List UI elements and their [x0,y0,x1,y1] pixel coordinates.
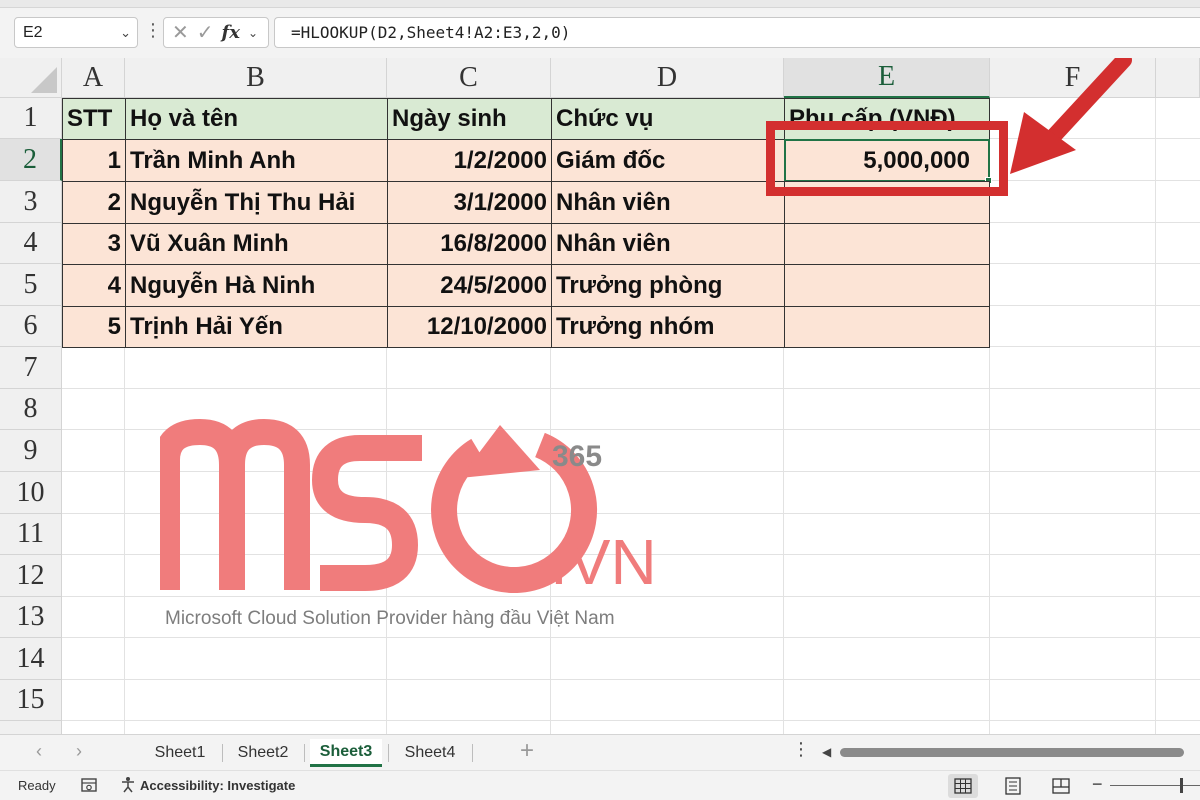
cell-c1[interactable]: Ngày sinh [387,98,552,140]
cell-d5[interactable]: Trưởng phòng [551,264,785,307]
cell-c6[interactable]: 12/10/2000 [387,306,552,348]
watermark-suffix: .VN [550,526,657,598]
accessibility-icon[interactable] [119,776,137,794]
name-box-value: E2 [23,23,43,41]
cell-c4[interactable]: 16/8/2000 [387,223,552,265]
formula-bar: E2 ⌄ ⋮ ✕ ✓ fx ⌄ =HLOOKUP(D2,Sheet4!A2:E3… [0,0,1200,58]
cell-b4[interactable]: Vũ Xuân Minh [125,223,388,265]
row-header-9[interactable]: 9 [0,430,62,472]
cell-d3[interactable]: Nhân viên [551,181,785,224]
cell-d2[interactable]: Giám đốc [551,139,785,182]
previous-sheet-icon[interactable]: ‹ [36,741,42,762]
column-header-g[interactable] [1156,58,1200,98]
row-header-14[interactable]: 14 [0,638,62,680]
scroll-left-icon[interactable]: ◀ [822,745,831,759]
row-header-2[interactable]: 2 [0,139,62,181]
cell-d6[interactable]: Trưởng nhóm [551,306,785,348]
row-header-4[interactable]: 4 [0,223,62,264]
cell-b6[interactable]: Trịnh Hải Yến [125,306,388,348]
horizontal-scrollbar[interactable]: ◀ [822,745,1192,759]
cell-b1[interactable]: Họ và tên [125,98,388,140]
mso-logo-watermark: 365 .VN [160,419,657,598]
cell-a5[interactable]: 4 [62,264,126,307]
row-header-12[interactable]: 12 [0,555,62,597]
row-header-10[interactable]: 10 [0,472,62,514]
cell-b5[interactable]: Nguyễn Hà Ninh [125,264,388,307]
watermark-superscript: 365 [552,440,602,473]
macro-recording-icon[interactable] [80,776,98,794]
row-header-1[interactable]: 1 [0,98,62,139]
sheet-tab-sheet2[interactable]: Sheet2 [228,739,298,767]
accessibility-status[interactable]: Accessibility: Investigate [140,778,295,793]
cell-b3[interactable]: Nguyễn Thị Thu Hải [125,181,388,224]
cell-d1[interactable]: Chức vụ [551,98,785,140]
page-break-view-button[interactable] [1046,774,1076,798]
row-header-16[interactable] [0,721,62,734]
row-header-7[interactable]: 7 [0,347,62,389]
chevron-down-icon[interactable]: ⌄ [120,25,131,41]
insert-function-icon[interactable]: fx [222,22,240,43]
cell-a3[interactable]: 2 [62,181,126,224]
cell-d4[interactable]: Nhân viên [551,223,785,265]
add-sheet-icon[interactable]: + [520,737,534,765]
cell-a6[interactable]: 5 [62,306,126,348]
formula-actions: ✕ ✓ fx ⌄ [163,17,269,48]
cell-a2[interactable]: 1 [62,139,126,182]
zoom-out-button[interactable]: − [1092,774,1103,795]
name-box[interactable]: E2 ⌄ [14,17,138,48]
page-layout-icon [1005,777,1021,795]
cell-b2[interactable]: Trần Minh Anh [125,139,388,182]
status-bar: Ready Accessibility: Investigate − [0,770,1200,800]
formula-text: =HLOOKUP(D2,Sheet4!A2:E3,2,0) [291,23,571,42]
enter-icon[interactable]: ✓ [197,20,214,45]
highlight-box [766,121,1008,196]
select-all-button[interactable] [0,58,62,98]
cell-a1[interactable]: STT [62,98,126,140]
cell-c5[interactable]: 24/5/2000 [387,264,552,307]
sheet-tab-sheet3[interactable]: Sheet3 [310,739,382,767]
cell-e6[interactable] [784,306,990,348]
chevron-down-icon[interactable]: ⌄ [248,26,258,40]
row-header-15[interactable]: 15 [0,680,62,721]
column-header-d[interactable]: D [551,58,784,98]
column-header-b[interactable]: B [125,58,387,98]
column-header-a[interactable]: A [62,58,125,98]
grid-view-icon [954,778,972,794]
ribbon-edge [0,0,1200,8]
more-options-icon[interactable]: ⋮ [144,20,162,41]
row-header-6[interactable]: 6 [0,306,62,347]
watermark-tagline: Microsoft Cloud Solution Provider hàng đ… [165,608,615,629]
annotation-arrow-icon [1010,58,1132,174]
zoom-slider[interactable] [1110,785,1200,786]
zoom-slider-thumb[interactable] [1180,778,1183,793]
row-header-13[interactable]: 13 [0,597,62,638]
cell-c3[interactable]: 3/1/2000 [387,181,552,224]
row-header-3[interactable]: 3 [0,181,62,223]
sheet-tabs-bar: ‹ › Sheet1 Sheet2 Sheet3 Sheet4 + ⋮ ◀ [0,734,1200,770]
more-options-icon[interactable]: ⋮ [792,739,810,760]
cell-e5[interactable] [784,264,990,307]
cancel-icon[interactable]: ✕ [172,20,189,45]
formula-input[interactable]: =HLOOKUP(D2,Sheet4!A2:E3,2,0) [274,17,1200,48]
page-layout-view-button[interactable] [998,774,1028,798]
normal-view-button[interactable] [948,774,978,798]
sheet-tab-sheet1[interactable]: Sheet1 [144,739,216,767]
sheet-tab-sheet4[interactable]: Sheet4 [394,739,466,767]
row-header-8[interactable]: 8 [0,389,62,430]
cell-e4[interactable] [784,223,990,265]
scrollbar-thumb[interactable] [840,748,1184,757]
cell-a4[interactable]: 3 [62,223,126,265]
next-sheet-icon[interactable]: › [76,741,82,762]
cell-c2[interactable]: 1/2/2000 [387,139,552,182]
page-break-icon [1052,778,1070,794]
row-header-5[interactable]: 5 [0,264,62,306]
column-header-c[interactable]: C [387,58,551,98]
status-ready: Ready [18,778,56,793]
column-header-e[interactable]: E [784,58,990,98]
row-header-11[interactable]: 11 [0,514,62,555]
